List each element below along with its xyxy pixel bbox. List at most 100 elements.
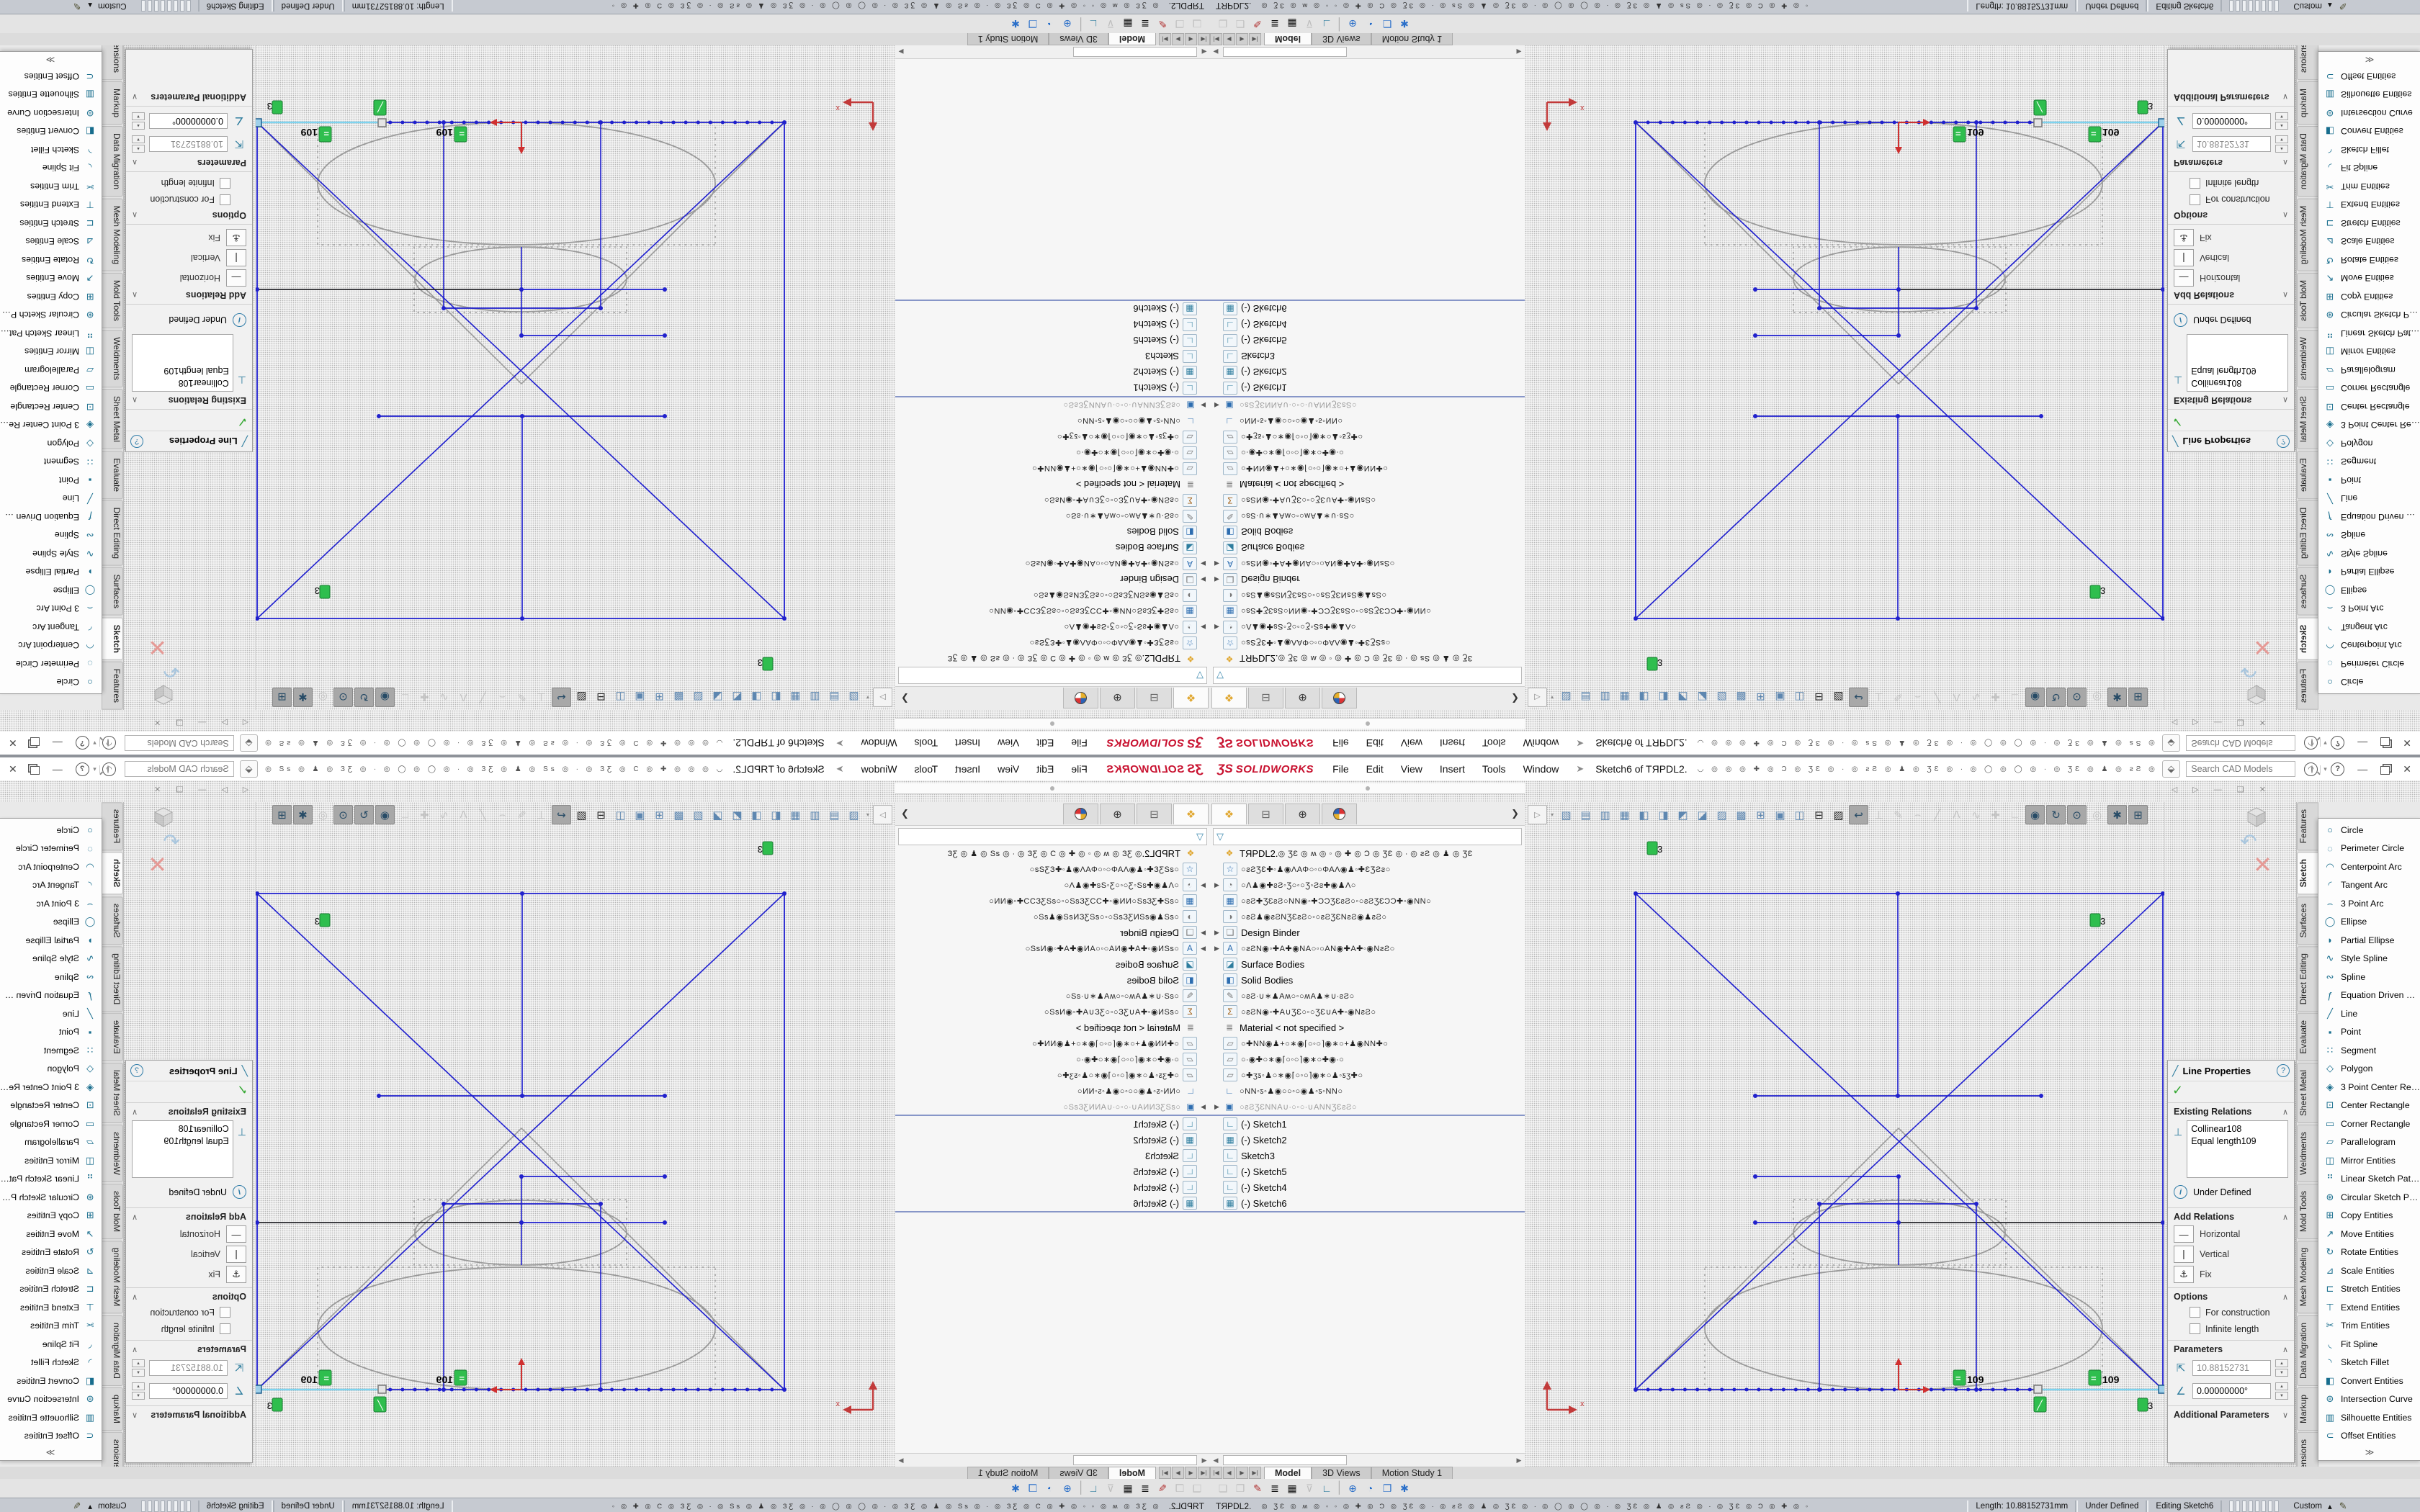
sketch-menu-item[interactable]: ↻ Rotate Entities xyxy=(2318,251,2420,269)
sketch-menu-item[interactable]: ⠛ Linear Sketch Pattern xyxy=(2318,324,2420,343)
bottom-toolbar-icon[interactable]: ✱ xyxy=(1007,1480,1024,1496)
help-icon[interactable]: ? xyxy=(2331,737,2344,750)
tree-item[interactable]: ▶ ▣ ○ƨƧƷƐΝΝΑ∪∙○◦○∙∪ΑΝΝƷƐƨƧ○ xyxy=(1210,396,1525,413)
tree-item[interactable]: ▱ ○✚ʒƽ◦♟○∗◉⌈○◦○⌉◉∗○♟◦ƽʒ✚○ xyxy=(1210,1067,1525,1083)
tree-item[interactable]: ▶ ❏ Design Binder xyxy=(895,924,1210,940)
commandmanager-tab[interactable]: Evaluate xyxy=(2297,1013,2318,1061)
bottom-toolbar-icon[interactable]: ❐ xyxy=(1024,16,1041,32)
sketch-menu-item[interactable]: ⊂ Offset Entities xyxy=(2318,1427,2420,1446)
bottom-toolbar-icon[interactable]: ✎ xyxy=(1154,16,1171,32)
bottom-toolbar-icon[interactable]: ❏ xyxy=(1188,1480,1206,1496)
option-checkbox-row[interactable]: For construction xyxy=(2168,192,2294,208)
collapse-chevron-icon[interactable]: ∧ xyxy=(132,291,138,300)
small-ellipse[interactable] xyxy=(415,247,627,312)
option-checkbox-row[interactable]: For construction xyxy=(2168,1304,2294,1320)
sketch-menu-item[interactable]: ◇ Polygon xyxy=(0,1060,102,1079)
sketch-menu-item[interactable]: ⠛ Linear Sketch Pattern xyxy=(0,1170,102,1189)
checkbox[interactable] xyxy=(2190,178,2200,189)
sketch-menu-item[interactable]: ▭ Corner Rectangle xyxy=(2318,379,2420,398)
restore-button[interactable] xyxy=(2380,738,2390,747)
selected-endpoint-handle[interactable] xyxy=(256,119,261,127)
tab-nav-icon[interactable]: ◀ xyxy=(1185,1467,1197,1479)
small-ellipse[interactable] xyxy=(1793,1200,2005,1265)
sketch-menu-item[interactable]: ○ Circle xyxy=(0,821,102,840)
commandmanager-tab[interactable]: Evaluate xyxy=(2297,451,2318,499)
tree-item[interactable]: ▶ A ○ƨƧΝ◉◦✚Α✚◉ΝΑ○◦○ΑΝ◉✚Α✚◦◉ΝƨƧ○ xyxy=(895,556,1210,572)
sketch-menu-item[interactable]: ∾ Spline xyxy=(0,526,102,545)
tree-item[interactable]: ▦ (-) Sketch2 xyxy=(895,364,1210,380)
commandmanager-tab[interactable]: Mold Tools xyxy=(102,1184,123,1239)
tree-filter-box[interactable]: ▽ xyxy=(898,667,1207,684)
menu-more-chevron-icon[interactable]: ≫ xyxy=(0,54,102,67)
commandmanager-tab[interactable]: Weldments xyxy=(102,330,123,387)
section-options[interactable]: Options ∧ xyxy=(2168,1287,2294,1304)
section-parameters[interactable]: Parameters ∧ xyxy=(126,156,252,172)
bottom-toolbar-icon[interactable]: ✎ xyxy=(1249,1480,1266,1496)
commandmanager-tab[interactable]: Evaluate xyxy=(102,451,123,499)
bottom-toolbar-icon[interactable]: ❏ xyxy=(1188,16,1206,32)
tree-item[interactable]: ∟ Sketch3 xyxy=(1210,348,1525,364)
sketch-menu-item[interactable]: ▱ Parallelogram xyxy=(0,1133,102,1152)
collapse-chevron-icon[interactable]: ∧ xyxy=(2282,1345,2288,1354)
commandmanager-tab[interactable]: Markup xyxy=(2297,1387,2318,1431)
bottom-toolbar-icon[interactable]: ⊕ xyxy=(1059,1480,1076,1496)
collapse-chevron-icon[interactable]: ∧ xyxy=(132,211,138,220)
commandmanager-tab[interactable]: Weldments xyxy=(2297,330,2318,387)
view-cube-button[interactable]: ⬙ xyxy=(2162,734,2180,752)
minimize-button[interactable]: — xyxy=(2357,737,2367,749)
option-checkbox-row[interactable]: For construction xyxy=(126,192,252,208)
document-tab[interactable]: 3D Views xyxy=(1312,33,1371,45)
tree-item[interactable]: ✎ ○ƨƧ∙∪∗♟Αʍ○◦○ʍΑ♟∗∪∙ƨƧ○ xyxy=(1210,508,1525,524)
commandmanager-tab[interactable]: Data Migration xyxy=(102,126,123,197)
sketch-menu-item[interactable]: ▥ Silhouette Entities xyxy=(2318,86,2420,104)
tree-item[interactable]: ≣ Material < not specified > xyxy=(1210,1020,1525,1035)
add-relation-button[interactable]: — Horizontal xyxy=(2168,1224,2294,1244)
sketch-menu-item[interactable]: ⌢ 3 Point Arc xyxy=(0,600,102,618)
sketch-menu-item[interactable]: ◧ Convert Entities xyxy=(0,1372,102,1390)
tag-icon[interactable]: ✎ xyxy=(73,1500,81,1512)
expander-icon[interactable]: ▶ xyxy=(1214,624,1223,631)
expander-icon[interactable]: ▶ xyxy=(1197,929,1206,937)
commandmanager-tab[interactable]: Mesh Modeling xyxy=(102,198,123,271)
sketch-menu-item[interactable]: ◝ Sketch Fillet xyxy=(2318,1354,2420,1372)
commandmanager-tab[interactable]: Markup xyxy=(102,81,123,125)
tree-item[interactable]: ∟ ○ΝΝ◦ƽ◦♟◉○○◦○◉♟◦ƽ◦ΝΝ○ xyxy=(895,1083,1210,1099)
option-checkbox-row[interactable]: Infinite length xyxy=(126,175,252,192)
sketch-menu-item[interactable]: ⊿ Scale Entities xyxy=(2318,233,2420,251)
sketch-menu-item[interactable]: ∷ Segment xyxy=(2318,1041,2420,1060)
close-button[interactable]: ✕ xyxy=(2403,763,2411,775)
tab-nav-icon[interactable]: ▶| xyxy=(1159,1467,1171,1479)
search-input[interactable] xyxy=(2187,738,2311,748)
document-tab[interactable]: Motion Study 1 xyxy=(967,1467,1049,1479)
tree-item[interactable]: ▶ ◔ ○Λ♟◉✚ƨƧ◦Ʒ○◦○Ʒ◦Ƨƨ✚◉♟Λ○ xyxy=(895,619,1210,635)
bottom-toolbar-icon[interactable]: ⊕ xyxy=(1344,16,1361,32)
expand-chevron-icon[interactable]: ∨ xyxy=(2282,93,2288,102)
sketch-menu-item[interactable]: ◫ Mirror Entities xyxy=(2318,343,2420,361)
menu-item[interactable]: File xyxy=(1332,763,1349,775)
sketch-menu-item[interactable]: ▱ Parallelogram xyxy=(2318,361,2420,379)
checkbox[interactable] xyxy=(220,178,230,189)
selected-endpoint-handle[interactable] xyxy=(2159,119,2164,127)
solidworks-logo[interactable]: ƷS SOLIDWORKS xyxy=(1106,736,1203,750)
sketch-menu-item[interactable]: ∿ Style Spline xyxy=(2318,950,2420,968)
sketch-menu-item[interactable]: ▪ Point xyxy=(0,1023,102,1042)
expander-icon[interactable]: ▶ xyxy=(1197,560,1206,568)
sketch-menu-item[interactable]: ⊡ Center Rectangle xyxy=(0,397,102,416)
sketch-menu-item[interactable]: ▱ Parallelogram xyxy=(0,361,102,379)
bottom-toolbar-icon[interactable]: ⊕ xyxy=(1059,16,1076,32)
sketch-menu-item[interactable]: ◈ 3 Point Center Recta... xyxy=(0,1078,102,1097)
add-relation-button[interactable]: ❘ Vertical xyxy=(126,248,252,268)
graphics-area[interactable]: ▷▾▧▤▥▦◧◨◩◪▨▩⊞▣◫⊟▨↩⊥✎⌢╱Λ∿✚∟◉↻⊙◎✱⊞ xyxy=(256,45,895,710)
tag-icon[interactable]: ✎ xyxy=(2339,0,2347,12)
sketch-menu-item[interactable]: ◠ Centerpoint Arc xyxy=(0,636,102,655)
sketch-menu-item[interactable]: ⊜ Intersection Curve xyxy=(0,1390,102,1409)
expander-icon[interactable]: ▶ xyxy=(1214,402,1223,410)
tab-nav-icon[interactable]: |◀ xyxy=(1198,1467,1210,1479)
scroll-right-icon[interactable]: ▶ xyxy=(1513,48,1525,56)
sketch-menu-item[interactable]: ∿ Style Spline xyxy=(2318,544,2420,563)
pin-icon[interactable]: ➤ xyxy=(836,737,844,749)
parameter-input[interactable]: 10.88152731 xyxy=(2192,1360,2271,1376)
user-account-icon[interactable]: ◠ xyxy=(102,737,116,750)
sketch-menu-item[interactable]: ◜ Tangent Arc xyxy=(0,876,102,895)
sketch-menu-item[interactable]: ◟ Fit Spline xyxy=(2318,159,2420,178)
